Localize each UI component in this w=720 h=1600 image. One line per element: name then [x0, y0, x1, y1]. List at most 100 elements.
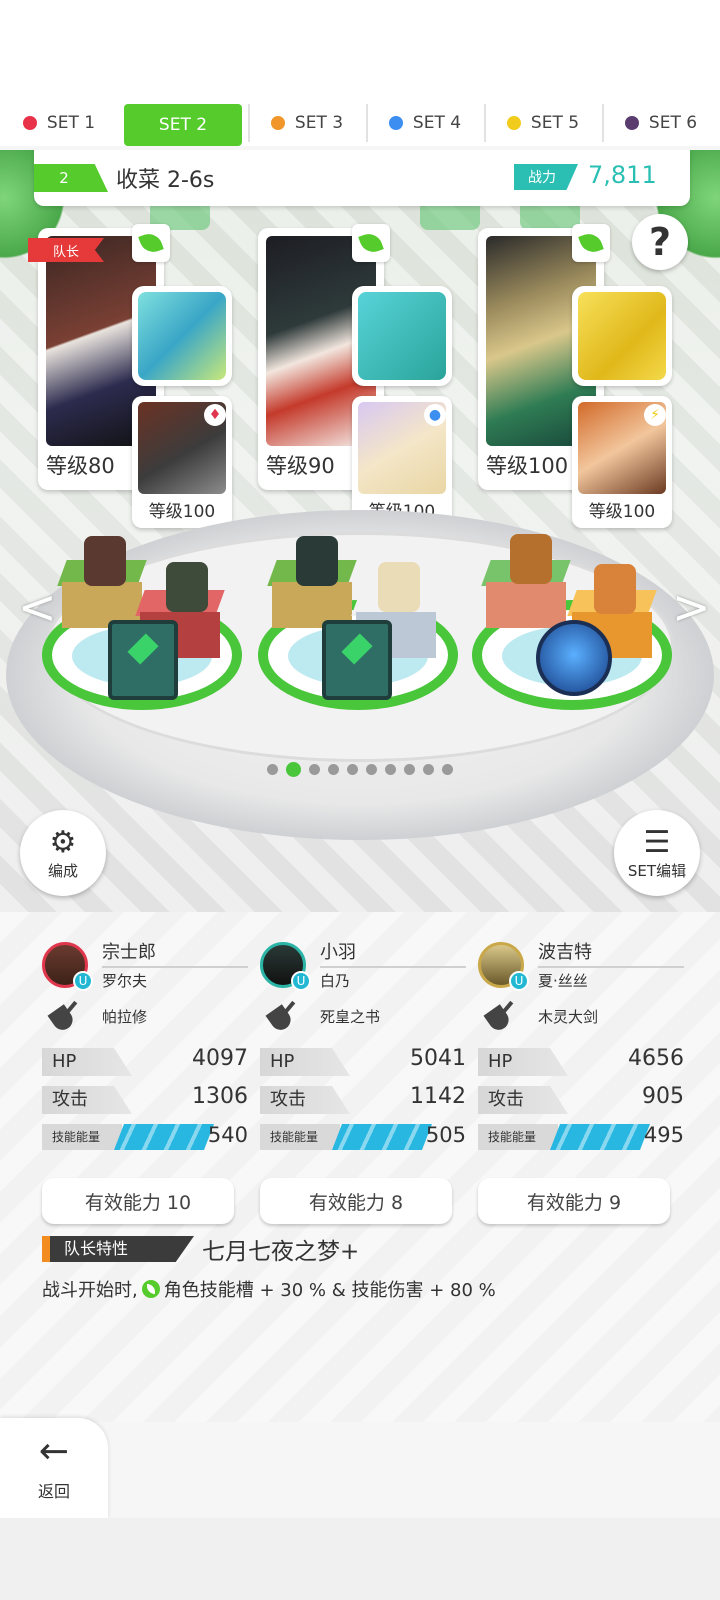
hp-label: HP	[478, 1048, 568, 1076]
bottom-area	[0, 1518, 720, 1600]
hero-avatar[interactable]: U	[260, 942, 311, 991]
formation-gear-icon: ⚙	[49, 824, 77, 860]
page-dot[interactable]	[442, 764, 453, 775]
tab-label: SET 1	[46, 113, 96, 133]
tab-set-6[interactable]: SET 6	[602, 100, 720, 146]
hero-name: 小羽	[320, 938, 466, 968]
weapon-icon	[50, 1000, 82, 1032]
weapon-row: 木灵大剑	[486, 1000, 598, 1032]
tab-set-5[interactable]: SET 5	[484, 100, 602, 146]
leader-skill-description: 战斗开始时, 角色技能槽 + 30 % & 技能伤害 + 80 %	[42, 1276, 496, 1302]
stage-header: 2 收菜 2-6s 战力 7,811	[34, 150, 690, 206]
leaf-element-icon	[132, 224, 170, 262]
set-edit-button[interactable]: ☰ SET编辑	[614, 810, 700, 896]
team-stats-panel: U 宗士郎 罗尔夫 帕拉修 HP 4097 攻击 1306 技能能量 540 有…	[0, 912, 720, 1422]
next-arrow-icon[interactable]: >	[672, 580, 711, 634]
prev-arrow-icon[interactable]: <	[18, 580, 57, 634]
tab-set-4[interactable]: SET 4	[366, 100, 484, 146]
weapon-book-icon[interactable]	[352, 286, 452, 386]
hero-avatar[interactable]: U	[42, 942, 93, 991]
set-color-dot	[624, 116, 639, 130]
skill-energy-value: 505	[425, 1123, 466, 1147]
attack-row: 攻击 1142	[260, 1084, 466, 1114]
skill-energy-bar	[550, 1124, 650, 1150]
weapon-row: 死皇之书	[268, 1000, 380, 1032]
skill-energy-label: 技能能量	[478, 1124, 558, 1150]
sub-hero-card-3[interactable]: ⚡ 等级100	[572, 396, 672, 528]
skill-energy-bar	[332, 1124, 432, 1150]
effective-ability-button[interactable]: 有效能力 10	[42, 1178, 234, 1224]
pixel-hero-sprite	[166, 562, 208, 612]
back-label: 返回	[37, 1482, 70, 1501]
pixel-hero-sprite	[296, 536, 338, 586]
skill-energy-value: 540	[207, 1123, 248, 1147]
formation-label: 编成	[47, 861, 78, 880]
leader-skill-name: 七月七夜之梦+	[202, 1239, 360, 1265]
page-dot[interactable]	[328, 764, 339, 775]
orb-sprite	[536, 620, 612, 696]
hp-value: 4656	[628, 1046, 684, 1071]
pixel-hero-sprite	[378, 562, 420, 612]
effective-ability-button[interactable]: 有效能力 8	[260, 1178, 452, 1224]
tome-sprite	[108, 620, 178, 700]
status-area	[0, 0, 720, 100]
set-color-dot	[388, 116, 403, 130]
leader-trait-row: 队长特性 七月七夜之梦+	[42, 1234, 682, 1265]
team-arena: 2 收菜 2-6s 战力 7,811 队长 等级80 ♦ 等级100 等级90 …	[0, 150, 720, 912]
sub-hero-name: 罗尔夫	[102, 972, 148, 990]
leaf-element-icon	[572, 224, 610, 262]
sub-hero-card-1[interactable]: ♦ 等级100	[132, 396, 232, 528]
page-dot[interactable]	[404, 764, 415, 775]
page-dot[interactable]	[347, 764, 358, 775]
tab-label: SET 6	[648, 113, 698, 133]
attack-label: 攻击	[478, 1086, 568, 1114]
upgrade-badge-icon: U	[509, 971, 529, 991]
page-dot[interactable]	[267, 764, 278, 775]
page-dot[interactable]	[423, 764, 434, 775]
back-button[interactable]: ← 返回	[0, 1418, 108, 1518]
attack-label: 攻击	[42, 1086, 132, 1114]
attack-value: 1306	[192, 1084, 248, 1109]
hp-label: HP	[42, 1048, 132, 1076]
tab-set-2[interactable]: SET 2	[124, 104, 242, 146]
weapon-axe-icon[interactable]	[132, 286, 232, 386]
skill-energy-row: 技能能量 495	[478, 1123, 684, 1150]
help-button[interactable]: ?	[632, 214, 688, 270]
formation-button[interactable]: ⚙ 编成	[20, 810, 106, 896]
hero-avatar[interactable]: U	[478, 942, 529, 991]
set-color-dot	[506, 116, 521, 130]
effective-ability-button[interactable]: 有效能力 9	[478, 1178, 670, 1224]
leader-desc-prefix: 战斗开始时,	[42, 1280, 138, 1301]
power-label: 战力	[514, 164, 578, 190]
set-color-dot	[270, 116, 285, 130]
pixel-hero-sprite	[84, 536, 126, 586]
skill-energy-row: 技能能量 505	[260, 1123, 466, 1150]
skill-energy-row: 技能能量 540	[42, 1123, 248, 1150]
page-indicator	[0, 762, 720, 777]
pixel-hero-sprite	[594, 564, 636, 614]
hp-row: HP 4097	[42, 1046, 248, 1076]
page-dot[interactable]	[385, 764, 396, 775]
skill-energy-value: 495	[643, 1123, 684, 1147]
tab-set-3[interactable]: SET 3	[248, 100, 366, 146]
diamond-mark-icon: ♦	[204, 404, 226, 426]
sub-hero-card-2[interactable]: ● 等级100	[352, 396, 452, 528]
page-dot[interactable]	[366, 764, 377, 775]
tome-sprite	[322, 620, 392, 700]
skill-energy-label: 技能能量	[260, 1124, 340, 1150]
tab-label: SET 2	[158, 115, 208, 135]
page-dot-active[interactable]	[286, 762, 301, 777]
skill-energy-bar	[114, 1124, 214, 1150]
upgrade-badge-icon: U	[291, 971, 311, 991]
weapon-sword-icon[interactable]	[572, 286, 672, 386]
page-dot[interactable]	[309, 764, 320, 775]
skill-energy-label: 技能能量	[42, 1124, 122, 1150]
tab-label: SET 4	[412, 113, 462, 133]
set-tab-bar: SET 1 SET 2 SET 3 SET 4 SET 5 SET 6	[0, 100, 720, 146]
tab-label: SET 5	[530, 113, 580, 133]
stage-name[interactable]: 收菜 2-6s	[116, 162, 214, 194]
leaf-element-icon	[141, 1280, 160, 1298]
tab-set-1[interactable]: SET 1	[0, 100, 118, 146]
leaf-element-icon	[352, 224, 390, 262]
weapon-icon	[268, 1000, 300, 1032]
